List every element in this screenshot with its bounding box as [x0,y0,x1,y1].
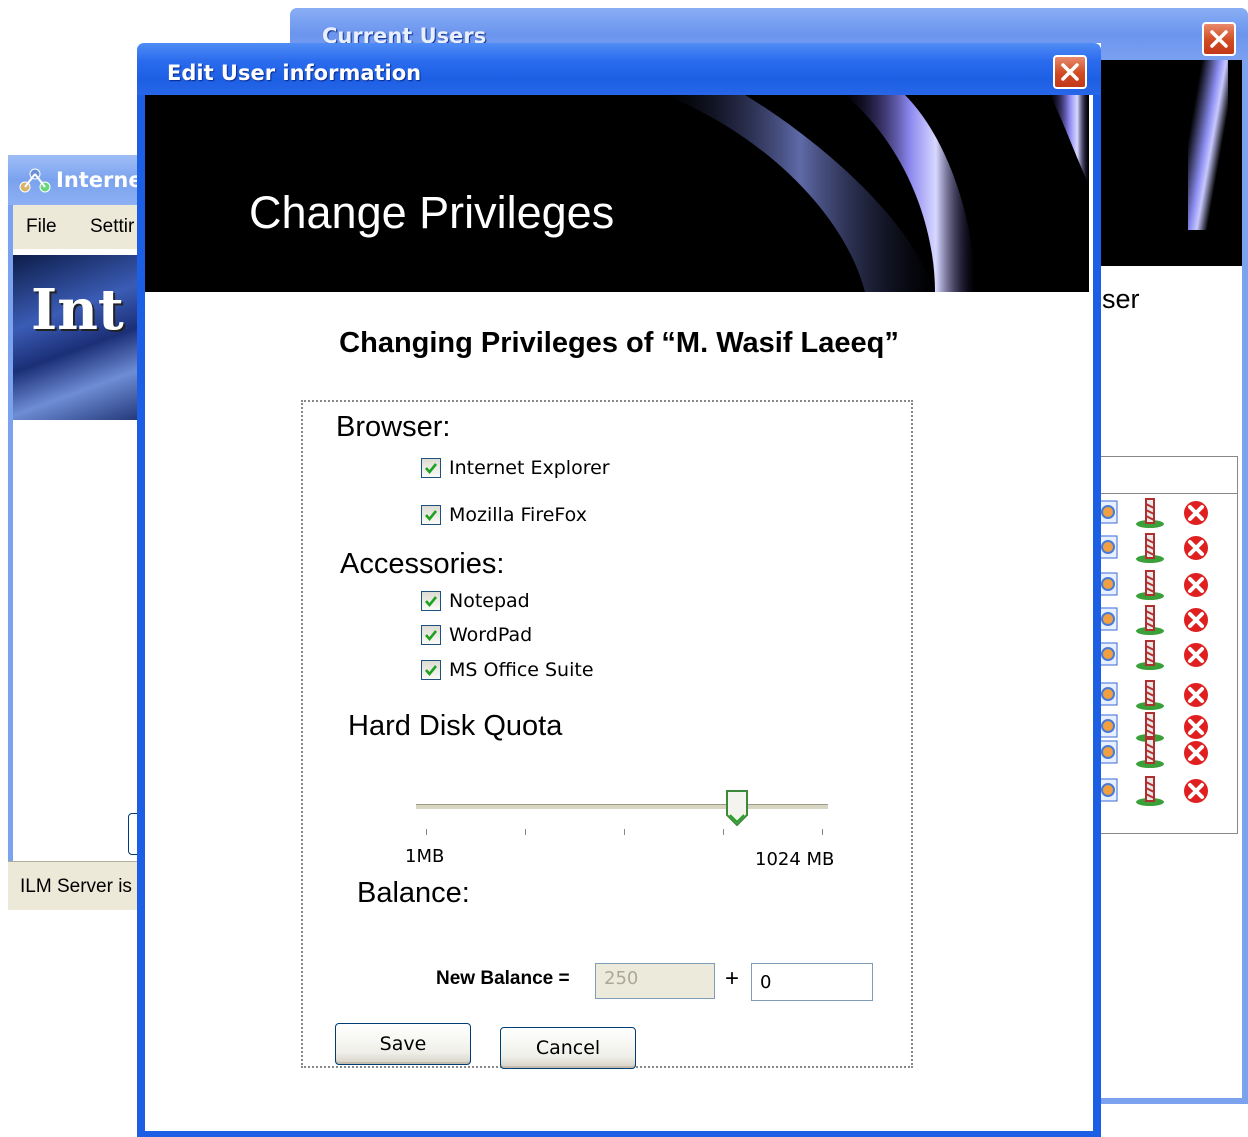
table-row [1099,530,1237,564]
checkmark-icon [425,463,438,475]
window-border [1093,95,1101,1137]
accessories-label: Accessories: [340,548,505,580]
banner-swoosh [1188,60,1228,230]
delete-user-icon[interactable] [1181,738,1211,768]
window-border [137,95,145,1137]
slider-tick [822,829,823,835]
table-header [1099,457,1237,494]
plus-sign: + [725,965,740,992]
banner-title: Change Privileges [249,187,615,238]
users-close-button[interactable] [1202,22,1236,56]
balance-label: Balance: [357,877,470,909]
add-balance-input[interactable] [751,963,873,1001]
table-row [1099,773,1237,807]
privileges-icon[interactable] [1133,773,1167,807]
menu-settings[interactable]: Settir [90,216,134,238]
dialog-banner: Change Privileges [145,95,1089,292]
browser-label: Browser: [336,411,451,443]
table-row [1099,495,1237,529]
table-row [1099,677,1237,711]
internet-window: Interne File Settir Int ILM Server is [8,155,160,910]
quota-slider-track[interactable] [416,804,828,810]
internet-window-title: Interne [56,168,143,192]
table-row [1099,637,1237,671]
checkbox[interactable] [421,625,441,645]
privileges-icon[interactable] [1133,567,1167,601]
edit-user-dialog: Edit User information Change Privileges … [137,43,1101,1137]
menu-bar: File Settir [8,205,148,249]
delete-user-icon[interactable] [1181,570,1211,600]
delete-user-icon[interactable] [1181,605,1211,635]
dialog-title: Edit User information [167,61,422,85]
checkmark-icon [425,665,438,677]
edit-user-icon[interactable] [1099,534,1119,560]
internet-banner: Int [13,255,148,420]
privileges-icon[interactable] [1133,637,1167,671]
edit-user-icon[interactable] [1099,641,1119,667]
privileges-icon[interactable] [1133,735,1167,769]
save-button[interactable]: Save [335,1023,471,1065]
edit-user-icon[interactable] [1099,681,1119,707]
slider-min-label: 1MB [405,846,445,867]
table-row [1099,567,1237,601]
dialog-close-button[interactable] [1053,55,1087,89]
users-table [1098,456,1238,834]
delete-user-icon[interactable] [1181,680,1211,710]
window-border [1242,60,1248,1104]
checkmark-icon [425,510,438,522]
current-balance-field: 250 [595,963,715,999]
network-app-icon [19,168,51,193]
slider-tick [525,829,526,835]
privileges-icon[interactable] [1133,530,1167,564]
delete-user-icon[interactable] [1181,533,1211,563]
edit-user-icon[interactable] [1099,571,1119,597]
checkbox-label: Notepad [449,590,530,612]
privileges-icon[interactable] [1133,495,1167,529]
checkbox-label: MS Office Suite [449,659,594,681]
new-balance-label: New Balance = [436,968,570,989]
edit-user-icon[interactable] [1099,777,1119,803]
status-bar: ILM Server is [8,861,148,910]
cancel-button[interactable]: Cancel [500,1027,636,1069]
window-border [137,1131,1101,1137]
slider-tick [426,829,427,835]
slider-max-label: 1024 MB [755,849,835,870]
checkbox-label: Internet Explorer [449,457,610,479]
checkbox[interactable] [421,660,441,680]
edit-user-icon[interactable] [1099,739,1119,765]
edit-user-icon[interactable] [1099,499,1119,525]
checkbox[interactable] [421,505,441,525]
quota-label: Hard Disk Quota [348,710,563,742]
edit-user-icon[interactable] [1099,606,1119,632]
table-row [1099,735,1237,769]
menu-file[interactable]: File [26,216,57,238]
page-heading: Changing Privileges of “M. Wasif Laeeq” [339,327,899,359]
slider-tick [723,829,724,835]
checkmark-icon [425,630,438,642]
banner-text: Int [31,277,124,343]
checkmark-icon [425,596,438,608]
table-row [1099,602,1237,636]
quota-slider-thumb[interactable] [725,789,749,827]
status-text: ILM Server is [20,876,132,897]
checkbox-label: WordPad [449,624,533,646]
users-peek-text: ser [1102,284,1140,314]
privileges-icon[interactable] [1133,677,1167,711]
close-icon [1210,30,1228,48]
delete-user-icon[interactable] [1181,498,1211,528]
privileges-icon[interactable] [1133,602,1167,636]
delete-user-icon[interactable] [1181,776,1211,806]
close-icon [1061,63,1079,81]
checkbox-label: Mozilla FireFox [449,504,587,526]
checkbox[interactable] [421,591,441,611]
delete-user-icon[interactable] [1181,640,1211,670]
checkbox[interactable] [421,458,441,478]
slider-tick [624,829,625,835]
dialog-titlebar[interactable]: Edit User information [137,43,1101,95]
